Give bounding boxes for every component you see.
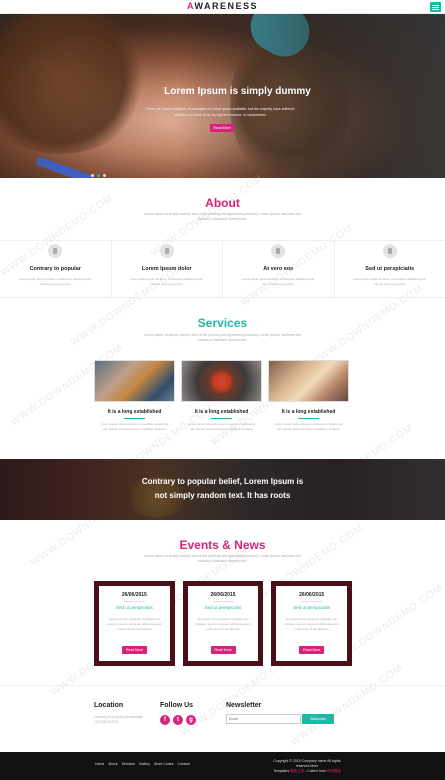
event-date: 26/06/2015 <box>210 592 236 598</box>
service-divider <box>298 418 319 419</box>
feature-text: Lorem ipsum dolor sit amet, consectetur … <box>353 277 427 286</box>
service-image <box>181 360 262 402</box>
service-title: It is a long established <box>194 409 249 415</box>
page: AWARENESS Lorem Ipsum is simply dummy Th… <box>0 0 445 780</box>
event-read-more-button[interactable]: Read More <box>210 646 236 654</box>
logo-rest: WARENESS <box>194 1 259 11</box>
service-title: It is a long established <box>281 409 336 415</box>
slider-dot[interactable] <box>103 174 106 177</box>
event-card: 26/06/2015 Sed ut perspiciatis Excepteur… <box>182 581 264 666</box>
feature-circle-icon <box>271 244 286 258</box>
hero-title: Lorem Ipsum is simply dummy <box>164 86 311 97</box>
events-grid: 26/06/2015 Sed ut perspiciatis Excepteur… <box>94 581 353 666</box>
quote-line-1: Contrary to popular belief, Lorem Ipsum … <box>141 477 304 486</box>
footer-nav-home[interactable]: Home <box>95 762 104 766</box>
feature-title: Sed ut perspiciatis <box>365 266 415 272</box>
event-read-more-button[interactable]: Read More <box>299 646 325 654</box>
slider-dot[interactable] <box>97 174 100 177</box>
copyright-line-1: Copyright © 2015 Company name All rights… <box>273 759 341 768</box>
feature-circle-icon <box>382 244 397 258</box>
watermark-text: WWW.DOWNDEMO.COM <box>288 662 406 749</box>
feature-title: At vero eos <box>263 266 294 272</box>
footer-nav-about[interactable]: About <box>108 762 117 766</box>
about-subtitle: Lorem ipsum is simply dummy text of the … <box>143 212 302 221</box>
feature-title: Contrary to popular <box>29 266 81 272</box>
feature-item: Contrary to popular Lorem ipsum dolor si… <box>0 241 112 297</box>
hero-text: There are many variations of passages of… <box>145 107 295 117</box>
event-card: 26/06/2015 Sed ut perspiciatis Excepteur… <box>94 581 175 666</box>
event-title[interactable]: Sed ut perspiciatis <box>188 605 259 610</box>
slider-dot[interactable] <box>91 174 94 177</box>
location-title: Location <box>94 702 124 709</box>
about-title: About <box>205 196 240 210</box>
quote-banner: Contrary to popular belief, Lorem Ipsum … <box>0 459 445 520</box>
footer-nav-contact[interactable]: Contact <box>177 762 189 766</box>
feature-item: Lorem Ipsum dolor Lorem ipsum dolor sit … <box>112 241 223 297</box>
hero-read-more-button[interactable]: Read More <box>210 124 234 132</box>
event-title[interactable]: Sed ut perspiciatis <box>99 605 170 610</box>
footer-nav: Home About Services Gallery Short Codes … <box>95 762 190 766</box>
event-text: Excepteur sint occaecat cupidatat non pr… <box>106 617 162 631</box>
location-text: Contrary to popular perspiciatis +12 345… <box>94 715 143 724</box>
copyright-link-2[interactable]: 网页模板 <box>327 769 341 773</box>
footer-nav-short-codes[interactable]: Short Codes <box>154 762 173 766</box>
copyright-templates-label: Templates <box>273 769 291 773</box>
event-date: 26/06/2015 <box>299 592 325 598</box>
service-card[interactable]: It is a long established Lorem ipsum dol… <box>268 360 349 435</box>
quote-line-2: not simply random text. It has roots <box>154 491 291 500</box>
event-text: Excepteur sint occaecat cupidatat non pr… <box>284 617 340 631</box>
copyright-collect-label: - Collect from <box>304 769 327 773</box>
copyright-link-1[interactable]: 模板之家 <box>290 769 304 773</box>
slider-dots <box>91 174 106 177</box>
feature-text: Lorem ipsum dolor sit amet, consectetur … <box>241 277 315 286</box>
service-image <box>94 360 175 402</box>
events-title: Events & News <box>179 538 266 552</box>
about-features: Contrary to popular Lorem ipsum dolor si… <box>0 240 445 298</box>
event-title[interactable]: Sed ut perspiciatis <box>276 605 347 610</box>
quote-text: Contrary to popular belief, Lorem Ipsum … <box>110 475 335 503</box>
footer-nav-gallery[interactable]: Gallery <box>139 762 150 766</box>
event-text: Excepteur sint occaecat cupidatat non pr… <box>195 617 251 631</box>
service-image <box>268 360 349 402</box>
footer-divider <box>0 685 445 686</box>
bottom-bar: Home About Services Gallery Short Codes … <box>0 752 445 780</box>
services-title: Services <box>197 316 248 330</box>
logo-first-letter: A <box>186 1 195 11</box>
feature-text: Lorem ipsum dolor sit amet, consectetur … <box>18 277 92 286</box>
newsletter-subscribe-button[interactable]: Subscribe <box>302 714 334 724</box>
twitter-icon[interactable]: t <box>173 715 183 725</box>
service-card[interactable]: It is a long established Lorem ipsum dol… <box>94 360 175 435</box>
event-card: 26/06/2015 Sed ut perspiciatis Excepteur… <box>271 581 353 666</box>
feature-item: At vero eos Lorem ipsum dolor sit amet, … <box>223 241 335 297</box>
google-plus-icon[interactable]: g <box>186 715 196 725</box>
event-read-more-button[interactable]: Read More <box>122 646 147 654</box>
service-divider <box>211 418 232 419</box>
events-subtitle: Lorem ipsum is simply dummy text of the … <box>143 554 302 563</box>
service-text: Lorem ipsum dolor sit amet, consectetur … <box>274 422 343 431</box>
service-title: It is a long established <box>107 409 162 415</box>
service-card[interactable]: It is a long established Lorem ipsum dol… <box>181 360 262 435</box>
feature-circle-icon <box>48 244 63 258</box>
feature-circle-icon <box>159 244 174 258</box>
services-subtitle: Lorem ipsum is simply dummy text of the … <box>143 333 302 342</box>
feature-text: Lorem ipsum dolor sit amet, consectetur … <box>130 277 204 286</box>
event-date: 26/06/2015 <box>121 592 147 598</box>
feature-title: Lorem Ipsum dolor <box>141 266 192 272</box>
hero-slider: Lorem Ipsum is simply dummy There are ma… <box>0 14 445 178</box>
service-text: Lorem ipsum dolor sit amet, consectetur … <box>187 422 256 431</box>
service-text: Lorem ipsum dolor sit amet, consectetur … <box>100 422 169 431</box>
service-divider <box>124 418 145 419</box>
footer-nav-services[interactable]: Services <box>122 762 135 766</box>
feature-item: Sed ut perspiciatis Lorem ipsum dolor si… <box>335 241 445 297</box>
newsletter-title: Newsletter <box>226 702 262 709</box>
services-grid: It is a long established Lorem ipsum dol… <box>94 360 350 435</box>
social-links: f t g <box>160 715 196 725</box>
site-logo[interactable]: AWARENESS <box>0 1 445 11</box>
copyright-text: Copyright © 2015 Company name All rights… <box>262 759 352 774</box>
facebook-icon[interactable]: f <box>160 715 170 725</box>
hamburger-menu-icon[interactable] <box>430 2 441 12</box>
newsletter-email-input[interactable] <box>226 714 301 724</box>
follow-us-title: Follow Us <box>160 702 194 709</box>
site-header: AWARENESS <box>0 0 445 14</box>
